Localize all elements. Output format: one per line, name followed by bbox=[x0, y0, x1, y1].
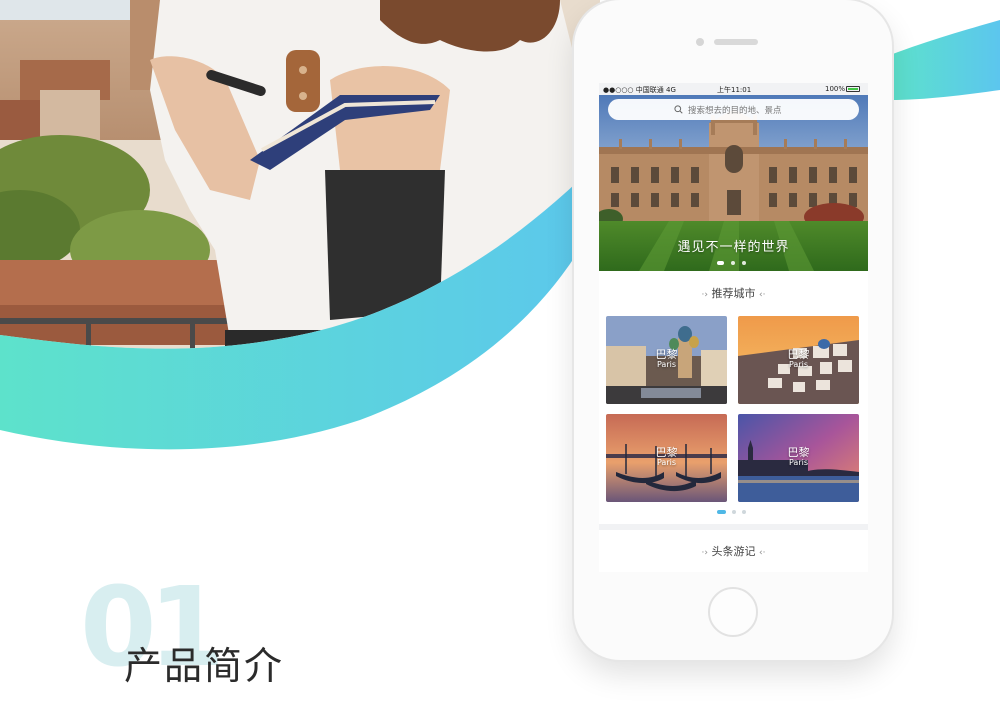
page-dot[interactable] bbox=[732, 510, 736, 514]
battery-icon bbox=[846, 86, 860, 92]
title-deco-right: ‹· bbox=[759, 548, 766, 558]
city-subtitle: Paris bbox=[656, 360, 677, 369]
banner-pagination bbox=[717, 261, 746, 265]
section-title: ·› 头条游记 ‹· bbox=[599, 543, 868, 559]
title-deco-right: ‹· bbox=[759, 290, 766, 300]
search-placeholder: 搜索想去的目的地、景点 bbox=[688, 105, 782, 116]
battery-percent: 100% bbox=[825, 85, 846, 93]
city-subtitle: Paris bbox=[788, 458, 809, 467]
title-deco-left: ·› bbox=[701, 290, 708, 300]
city-subtitle: Paris bbox=[656, 458, 677, 467]
accent-strip bbox=[890, 20, 1000, 100]
banner-dot[interactable] bbox=[742, 261, 746, 265]
search-bar[interactable]: 搜索想去的目的地、景点 bbox=[608, 99, 859, 120]
city-card[interactable]: 巴黎 Paris bbox=[738, 414, 859, 502]
search-icon bbox=[674, 105, 683, 114]
title-deco-left: ·› bbox=[701, 548, 708, 558]
banner-slogan: 遇见不一样的世界 bbox=[677, 240, 790, 255]
city-subtitle: Paris bbox=[788, 360, 809, 369]
city-card[interactable]: 巴黎 Paris bbox=[606, 316, 727, 404]
city-card[interactable]: 巴黎 Paris bbox=[606, 414, 727, 502]
banner-carousel[interactable]: 遇见不一样的世界 bbox=[599, 95, 868, 271]
phone-speaker bbox=[714, 39, 758, 45]
banner-dot-active[interactable] bbox=[717, 261, 724, 265]
cities-pagination bbox=[717, 510, 746, 514]
recommended-cities-section: ·› 推荐城市 ‹· 巴黎 Paris 巴黎 Paris 巴黎 Paris 巴黎… bbox=[599, 271, 868, 524]
page-dot-active[interactable] bbox=[717, 510, 726, 514]
status-bar: ●●○○○ 中国联通 4G 上午11:01 100% bbox=[599, 83, 868, 95]
section-title: ·› 推荐城市 ‹· bbox=[599, 285, 868, 301]
front-camera bbox=[696, 38, 704, 46]
recommended-title: 推荐城市 bbox=[711, 287, 756, 300]
banner-dot[interactable] bbox=[731, 261, 735, 265]
travel-notes-title: 头条游记 bbox=[711, 545, 756, 558]
page-dot[interactable] bbox=[742, 510, 746, 514]
carrier-label: ●●○○○ 中国联通 4G bbox=[603, 86, 676, 94]
status-time: 上午11:01 bbox=[717, 86, 752, 94]
home-button[interactable] bbox=[708, 587, 758, 637]
city-card[interactable]: 巴黎 Paris bbox=[738, 316, 859, 404]
intro-title: 产品简介 bbox=[124, 644, 285, 688]
app-screen: ●●○○○ 中国联通 4G 上午11:01 100% 遇见不一样的世界 搜索想去… bbox=[599, 83, 868, 572]
travel-notes-section: ·› 头条游记 ‹· bbox=[599, 530, 868, 572]
